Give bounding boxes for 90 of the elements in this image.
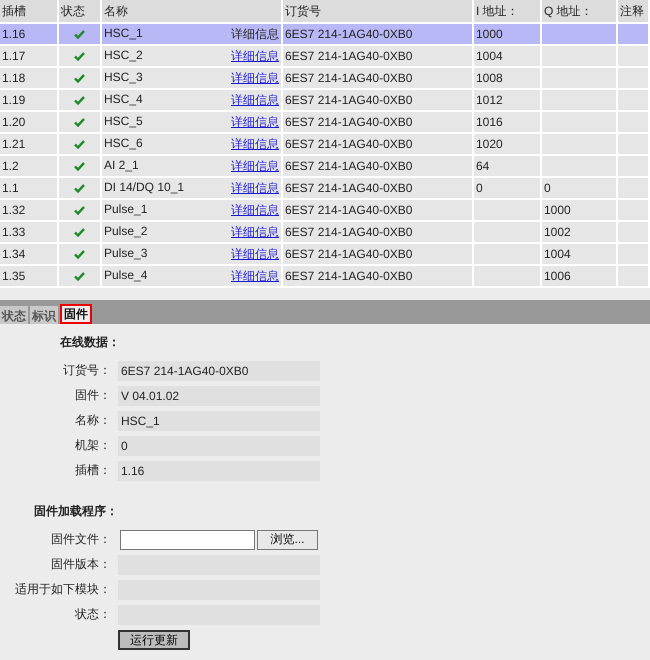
table-cell-text: HSC_5 [104, 114, 143, 130]
table-cell-text: DI 14/DQ 10_1 [104, 180, 184, 196]
table-cell: 6ES7 214-1AG40-0XB0 [282, 67, 473, 89]
table-cell: 1.2 [0, 155, 58, 177]
field-label: 固件： [74, 387, 112, 404]
table-cell: 6ES7 214-1AG40-0XB0 [282, 133, 473, 155]
table-cell-text: HSC_1 [104, 26, 143, 42]
table-cell-text: Pulse_1 [104, 202, 148, 218]
table-cell: 1000 [544, 203, 571, 217]
table-cell: 64 [476, 159, 490, 173]
table-cell: 1.1 [0, 177, 58, 199]
column-header: 状态 [58, 0, 101, 23]
table-cell: 1.20 [0, 111, 58, 133]
field-label: 固件文件： [50, 531, 112, 548]
table-cell: 1006 [544, 269, 571, 283]
value-field: V 04.01.02 [118, 386, 320, 406]
table-cell: 6ES7 214-1AG40-0XB0 [282, 199, 473, 221]
field-label: 订货号： [62, 362, 112, 379]
details-link[interactable]: 详细信息 [231, 48, 279, 64]
table-cell: 6ES7 214-1AG40-0XB0 [282, 243, 473, 265]
details-link[interactable]: 详细信息 [231, 202, 279, 218]
table-cell-text: Pulse_2 [104, 224, 148, 240]
table-cell: 1020 [476, 137, 503, 151]
details-link[interactable]: 详细信息 [231, 92, 279, 108]
table-cell: 6ES7 214-1AG40-0XB0 [282, 221, 473, 243]
table-cell: 6ES7 214-1AG40-0XB0 [282, 45, 473, 67]
field-label: 适用于如下模块： [14, 581, 112, 598]
table-cell: 6ES7 214-1AG40-0XB0 [282, 265, 473, 287]
table-cell: 1000 [476, 27, 503, 41]
details-link[interactable]: 详细信息 [231, 114, 279, 130]
tab[interactable]: 标识 [30, 306, 58, 324]
details-link[interactable]: 详细信息 [231, 224, 279, 240]
table-cell: 6ES7 214-1AG40-0XB0 [282, 155, 473, 177]
column-header: 插槽 [0, 0, 58, 23]
field-label: 名称： [74, 412, 112, 429]
field-label: 固件版本： [50, 556, 112, 573]
table-cell: 6ES7 214-1AG40-0XB0 [282, 111, 473, 133]
table-cell: 1008 [476, 71, 503, 85]
section-heading: 在线数据： [58, 334, 121, 351]
table-cell-text: AI 2_1 [104, 158, 139, 174]
column-header: 名称 [101, 0, 282, 23]
details-link[interactable]: 详细信息 [231, 136, 279, 152]
column-header: 订货号 [282, 0, 473, 23]
table-cell: 6ES7 214-1AG40-0XB0 [282, 177, 473, 199]
browse-button[interactable]: 浏览... [257, 530, 318, 550]
details-link[interactable]: 详细信息 [231, 158, 279, 174]
table-cell: 1012 [476, 93, 503, 107]
field-label: 状态： [74, 606, 112, 623]
details-link[interactable]: 详细信息 [231, 70, 279, 86]
table-cell: 1004 [476, 49, 503, 63]
table-cell: 1.19 [0, 89, 58, 111]
table-cell: 1004 [544, 247, 571, 261]
details-link[interactable]: 详细信息 [231, 246, 279, 262]
table-cell: 1.34 [0, 243, 58, 265]
value-field: 0 [118, 436, 320, 456]
value-field: HSC_1 [118, 410, 320, 430]
table-cell: 0 [544, 181, 551, 195]
run-update-button[interactable]: 运行更新 [118, 630, 190, 650]
table-cell: 1.18 [0, 67, 58, 89]
table-cell: 1002 [544, 225, 571, 239]
tab[interactable]: 状态 [0, 306, 28, 324]
table-cell: 1.33 [0, 221, 58, 243]
field-label: 插槽： [74, 462, 112, 479]
column-header: I 地址： [473, 0, 541, 23]
table-cell-text: HSC_6 [104, 136, 143, 152]
table-cell: 6ES7 214-1AG40-0XB0 [282, 89, 473, 111]
column-header: Q 地址： [541, 0, 617, 23]
table-cell: 1016 [476, 115, 503, 129]
table-cell-text: HSC_3 [104, 70, 143, 86]
column-header: 注释 [617, 0, 649, 23]
table-cell: 1.21 [0, 133, 58, 155]
table-cell-text: HSC_4 [104, 92, 143, 108]
tab[interactable]: 固件 [60, 304, 92, 324]
details-link[interactable]: 详细信息 [231, 180, 279, 196]
field-label: 机架： [74, 437, 112, 454]
table-cell: 1.32 [0, 199, 58, 221]
table-cell: 1.17 [0, 45, 58, 67]
table-cell: 1.35 [0, 265, 58, 287]
table-cell-text: Pulse_4 [104, 268, 148, 284]
value-field: 6ES7 214-1AG40-0XB0 [118, 360, 320, 380]
value-field: 1.16 [118, 460, 320, 480]
table-cell-text: HSC_2 [104, 48, 143, 64]
section-heading: 固件加载程序： [33, 503, 119, 520]
table-cell: 1.16 [0, 23, 58, 45]
details-link[interactable]: 详细信息 [231, 268, 279, 284]
details-link[interactable]: 详细信息 [231, 26, 279, 42]
file-input-field[interactable] [120, 530, 255, 550]
table-cell: 6ES7 214-1AG40-0XB0 [282, 23, 473, 45]
table-cell: 0 [476, 181, 483, 195]
table-cell-text: Pulse_3 [104, 246, 148, 262]
